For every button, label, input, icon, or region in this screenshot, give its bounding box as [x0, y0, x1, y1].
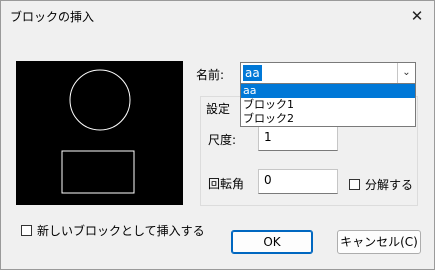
rotation-input[interactable]: 0	[258, 169, 338, 194]
explode-checkbox[interactable]: 分解する	[349, 176, 413, 193]
ok-button[interactable]: OK	[231, 230, 313, 254]
name-combobox[interactable]: aa ⌄	[240, 62, 416, 84]
new-block-checkbox-box[interactable]	[21, 225, 32, 236]
name-combobox-value: aa	[243, 65, 262, 81]
explode-checkbox-box[interactable]	[349, 179, 360, 190]
window-title: ブロックの挿入	[10, 10, 95, 24]
name-dropdown-list: aa ブロック1 ブロック2	[240, 83, 416, 127]
rotation-label: 回転角	[208, 177, 245, 191]
explode-label: 分解する	[365, 178, 414, 192]
close-icon[interactable]: ✕	[406, 5, 428, 27]
dropdown-option-block1[interactable]: ブロック1	[241, 98, 415, 112]
dropdown-option-block2[interactable]: ブロック2	[241, 112, 415, 126]
name-label: 名前:	[196, 68, 225, 82]
chevron-down-icon[interactable]: ⌄	[397, 63, 415, 83]
dropdown-option-aa[interactable]: aa	[241, 84, 415, 98]
new-block-checkbox[interactable]: 新しいブロックとして挿入する	[21, 222, 205, 239]
scale-label: 尺度:	[208, 133, 237, 147]
preview-rectangle	[61, 150, 135, 194]
scale-input[interactable]: 1	[258, 126, 338, 151]
insert-block-dialog: ブロックの挿入 ✕ 名前: aa ⌄ aa ブロック1 ブロック2 設定 尺度:…	[0, 0, 435, 270]
preview-circle	[69, 69, 131, 131]
cancel-button[interactable]: キャンセル(C)	[337, 230, 421, 254]
title-bar: ブロックの挿入 ✕	[1, 1, 434, 31]
settings-label: 設定	[206, 102, 231, 116]
block-preview	[16, 61, 183, 205]
new-block-label: 新しいブロックとして挿入する	[37, 224, 205, 238]
